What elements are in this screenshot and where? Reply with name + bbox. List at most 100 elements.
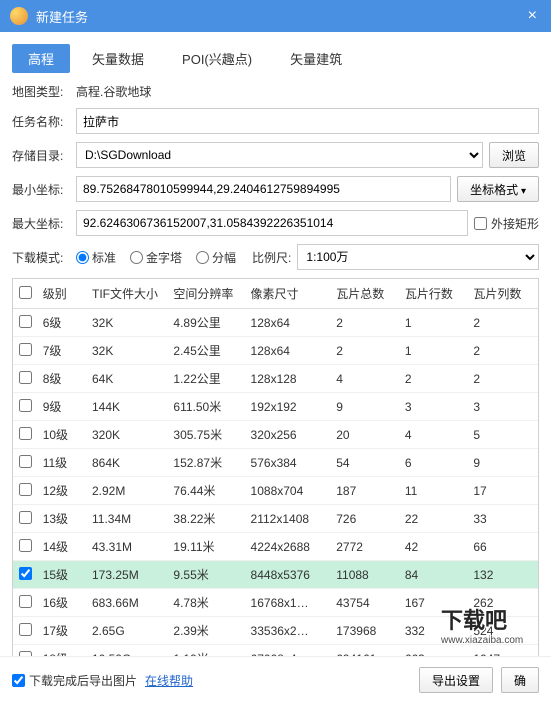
radio-pyramid[interactable]: 金字塔 xyxy=(130,249,182,266)
close-icon[interactable]: × xyxy=(524,7,541,25)
row-checkbox[interactable] xyxy=(19,595,32,608)
cell-pixel: 16768x1… xyxy=(247,589,333,617)
row-checkbox[interactable] xyxy=(19,455,32,468)
storage-label: 存储目录: xyxy=(12,147,70,164)
cell-cols: 2 xyxy=(469,365,538,393)
cell-pixel: 128x64 xyxy=(247,309,333,337)
min-coord-input[interactable] xyxy=(76,176,451,202)
table-row[interactable]: 7级32K2.45公里128x64212 xyxy=(13,337,538,365)
browse-button[interactable]: 浏览 xyxy=(489,142,539,168)
cell-total: 4 xyxy=(332,365,401,393)
cell-total: 20 xyxy=(332,421,401,449)
header-res: 空间分辨率 xyxy=(169,279,246,309)
min-coord-row: 最小坐标: 坐标格式 xyxy=(12,176,539,202)
table-row[interactable]: 16级683.66M4.78米16768x1…43754167262 xyxy=(13,589,538,617)
max-coord-row: 最大坐标: 外接矩形 xyxy=(12,210,539,236)
header-level: 级别 xyxy=(39,279,88,309)
cell-pixel: 128x64 xyxy=(247,337,333,365)
cell-total: 187 xyxy=(332,477,401,505)
table-row[interactable]: 12级2.92M76.44米1088x7041871117 xyxy=(13,477,538,505)
ok-button[interactable]: 确 xyxy=(501,667,539,693)
cell-pixel: 128x128 xyxy=(247,365,333,393)
storage-select[interactable]: D:\SGDownload xyxy=(76,142,483,168)
cell-total: 11088 xyxy=(332,561,401,589)
download-mode-row: 下载模式: 标准 金字塔 分幅 比例尺: 1:100万 xyxy=(12,244,539,270)
max-coord-input[interactable] xyxy=(76,210,468,236)
row-checkbox[interactable] xyxy=(19,371,32,384)
online-help-link[interactable]: 在线帮助 xyxy=(145,672,193,689)
cell-res: 4.89公里 xyxy=(169,309,246,337)
cell-level: 7级 xyxy=(39,337,88,365)
radio-standard[interactable]: 标准 xyxy=(76,249,116,266)
cell-res: 2.39米 xyxy=(169,617,246,645)
cell-pixel: 192x192 xyxy=(247,393,333,421)
app-icon xyxy=(10,7,28,25)
cell-level: 8级 xyxy=(39,365,88,393)
cell-cols: 17 xyxy=(469,477,538,505)
cell-cols: 2 xyxy=(469,309,538,337)
header-rows: 瓦片行数 xyxy=(401,279,470,309)
cell-size: 320K xyxy=(88,421,169,449)
table-row[interactable]: 8级64K1.22公里128x128422 xyxy=(13,365,538,393)
tab-poi[interactable]: POI(兴趣点) xyxy=(166,44,268,73)
cell-size: 32K xyxy=(88,309,169,337)
row-checkbox[interactable] xyxy=(19,623,32,636)
coord-format-button[interactable]: 坐标格式 xyxy=(457,176,539,202)
row-checkbox[interactable] xyxy=(19,483,32,496)
scale-select[interactable]: 1:100万 xyxy=(297,244,539,270)
min-coord-label: 最小坐标: xyxy=(12,181,70,198)
cell-cols: 66 xyxy=(469,533,538,561)
row-checkbox[interactable] xyxy=(19,427,32,440)
max-coord-label: 最大坐标: xyxy=(12,215,70,232)
table-row[interactable]: 6级32K4.89公里128x64212 xyxy=(13,309,538,337)
radio-split[interactable]: 分幅 xyxy=(196,249,236,266)
header-checkbox[interactable] xyxy=(13,279,39,309)
row-checkbox[interactable] xyxy=(19,511,32,524)
cell-level: 15级 xyxy=(39,561,88,589)
cell-size: 2.65G xyxy=(88,617,169,645)
cell-rows: 11 xyxy=(401,477,470,505)
row-checkbox[interactable] xyxy=(19,315,32,328)
tab-vector-data[interactable]: 矢量数据 xyxy=(76,44,160,73)
table-row[interactable]: 15级173.25M9.55米8448x53761108884132 xyxy=(13,561,538,589)
cell-size: 864K xyxy=(88,449,169,477)
cell-pixel: 33536x2… xyxy=(247,617,333,645)
table-row[interactable]: 11级864K152.87米576x3845469 xyxy=(13,449,538,477)
cell-pixel: 8448x5376 xyxy=(247,561,333,589)
cell-res: 1.22公里 xyxy=(169,365,246,393)
bounding-rect-checkbox[interactable]: 外接矩形 xyxy=(474,215,539,232)
table-row[interactable]: 14级43.31M19.11米4224x268827724266 xyxy=(13,533,538,561)
cell-level: 13级 xyxy=(39,505,88,533)
cell-size: 2.92M xyxy=(88,477,169,505)
row-checkbox[interactable] xyxy=(19,567,32,580)
cell-level: 16级 xyxy=(39,589,88,617)
tab-elevation[interactable]: 高程 xyxy=(12,44,70,73)
bounding-rect-input[interactable] xyxy=(474,217,487,230)
cell-pixel: 576x384 xyxy=(247,449,333,477)
download-mode-radios: 标准 金字塔 分幅 xyxy=(76,249,246,266)
tabs: 高程 矢量数据 POI(兴趣点) 矢量建筑 xyxy=(12,44,539,73)
task-name-input[interactable] xyxy=(76,108,539,134)
cell-rows: 6 xyxy=(401,449,470,477)
tab-vector-building[interactable]: 矢量建筑 xyxy=(274,44,358,73)
map-type-row: 地图类型: 高程.谷歌地球 xyxy=(12,83,539,100)
cell-rows: 4 xyxy=(401,421,470,449)
export-after-checkbox[interactable]: 下载完成后导出图片 xyxy=(12,672,137,689)
cell-rows: 42 xyxy=(401,533,470,561)
cell-res: 19.11米 xyxy=(169,533,246,561)
cell-total: 726 xyxy=(332,505,401,533)
row-checkbox[interactable] xyxy=(19,539,32,552)
table-row[interactable]: 17级2.65G2.39米33536x2…173968332524 xyxy=(13,617,538,645)
export-settings-button[interactable]: 导出设置 xyxy=(419,667,493,693)
cell-rows: 167 xyxy=(401,589,470,617)
table-row[interactable]: 13级11.34M38.22米2112x14087262233 xyxy=(13,505,538,533)
table-header-row: 级别 TIF文件大小 空间分辨率 像素尺寸 瓦片总数 瓦片行数 瓦片列数 xyxy=(13,279,538,309)
table-row[interactable]: 9级144K611.50米192x192933 xyxy=(13,393,538,421)
cell-rows: 1 xyxy=(401,309,470,337)
row-checkbox[interactable] xyxy=(19,399,32,412)
header-size: TIF文件大小 xyxy=(88,279,169,309)
table-row[interactable]: 10级320K305.75米320x2562045 xyxy=(13,421,538,449)
cell-pixel: 4224x2688 xyxy=(247,533,333,561)
row-checkbox[interactable] xyxy=(19,343,32,356)
cell-pixel: 2112x1408 xyxy=(247,505,333,533)
